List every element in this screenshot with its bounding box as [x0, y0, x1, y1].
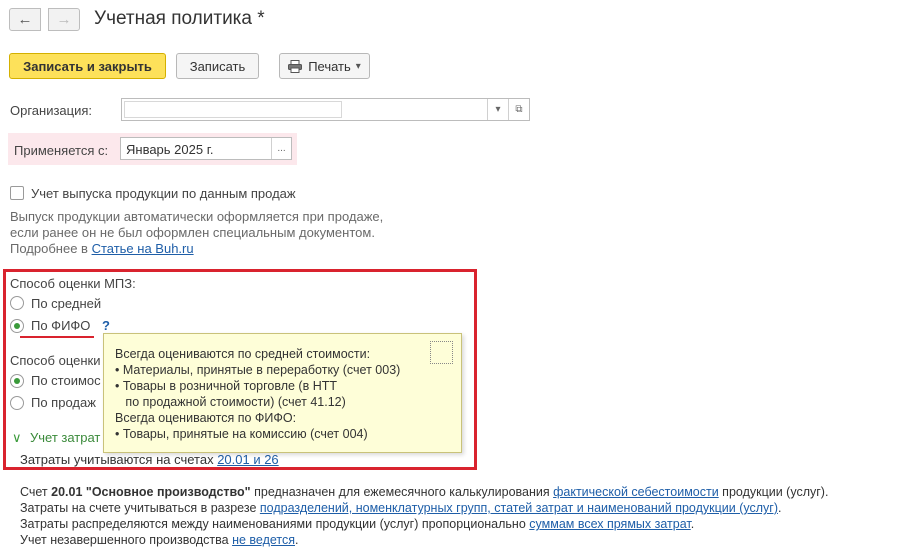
applies-from-value: Январь 2025 г.: [126, 142, 214, 157]
dropdown-button[interactable]: ▾: [487, 99, 508, 120]
print-button[interactable]: Печать ▾: [279, 53, 370, 79]
radio-by-sales-label: По продаж: [31, 395, 96, 410]
save-and-close-button[interactable]: Записать и закрыть: [9, 53, 166, 79]
output-by-sales-checkbox[interactable]: [10, 186, 24, 200]
fifo-underline: [20, 336, 94, 338]
forward-button[interactable]: →: [48, 8, 80, 31]
footer-text: Счет: [20, 485, 52, 499]
tooltip-line: Всегда оцениваются по ФИФО:: [115, 411, 297, 425]
fifo-help-tooltip: Всегда оцениваются по средней стоимости:…: [103, 333, 462, 453]
buh-article-link[interactable]: Статье на Buh.ru: [92, 241, 194, 256]
output-hint-line-1: Выпуск продукции автоматически оформляет…: [10, 209, 384, 224]
radio-fifo-label: По ФИФО: [31, 318, 91, 333]
costs-accounts-prefix: Затраты учитываются на счетах: [20, 452, 218, 467]
footer-text: .: [690, 517, 695, 531]
footer-line-2: Затраты на счете учитываться в разрезе п…: [20, 501, 781, 515]
output-hint-line-2: если ранее он не был оформлен специальны…: [10, 225, 375, 240]
costs-accounts-text: Затраты учитываются на счетах 20.01 и 26: [20, 452, 279, 467]
second-method-header: Способ оценки: [10, 353, 101, 368]
radio-by-sales[interactable]: [10, 396, 24, 410]
save-button[interactable]: Записать: [176, 53, 259, 79]
tooltip-line: Всегда оцениваются по средней стоимости:: [115, 347, 371, 361]
tooltip-line: • Товары, принятые на комиссию (счет 004…: [115, 427, 368, 441]
footer-line-4: Учет незавершенного производства не веде…: [20, 533, 299, 547]
printer-icon: [288, 59, 303, 73]
radio-fifo[interactable]: [10, 319, 24, 333]
footer-line-3: Затраты распределяются между наименовани…: [20, 517, 694, 531]
open-link-icon: ⧉: [515, 104, 523, 115]
costs-accounting-toggle[interactable]: Учет затрат: [30, 430, 100, 445]
organization-label: Организация:: [10, 103, 93, 118]
footer-text: Затраты на счете учитываться в разрезе: [20, 501, 260, 515]
footer-text: .: [295, 533, 299, 547]
chevron-down-icon[interactable]: ∨: [12, 430, 22, 446]
account-number: 20.01: [51, 485, 83, 499]
radio-average-label: По средней: [31, 296, 102, 311]
tooltip-close-area[interactable]: [430, 341, 453, 364]
ellipsis-icon: ...: [277, 143, 286, 154]
output-by-sales-label: Учет выпуска продукции по данным продаж: [31, 186, 296, 201]
radio-by-cost-label: По стоимос: [31, 373, 101, 388]
footer-text: .: [778, 501, 782, 515]
chevron-down-icon: ▾: [495, 104, 501, 115]
wip-link[interactable]: не ведется: [232, 533, 295, 547]
actual-cost-link[interactable]: фактической себестоимости: [553, 485, 719, 499]
page-title: Учетная политика *: [94, 8, 265, 29]
footer-text: продукции (услуг).: [718, 485, 829, 499]
print-label: Печать: [308, 58, 351, 74]
tooltip-line: • Материалы, принятые в переработку (сче…: [115, 363, 401, 377]
arrow-right-icon: →: [56, 11, 72, 28]
chevron-down-icon: ▾: [355, 60, 361, 72]
mpz-method-header: Способ оценки МПЗ:: [10, 276, 136, 291]
open-button[interactable]: ⧉: [508, 99, 529, 120]
direct-costs-link[interactable]: суммам всех прямых затрат: [529, 517, 690, 531]
account-name: "Основное производство": [82, 485, 251, 499]
accounts-link[interactable]: 20.01 и 26: [217, 452, 278, 467]
organization-value: [124, 101, 342, 118]
tooltip-line: • Товары в розничной торговле (в НТТ: [115, 379, 338, 393]
footer-text: предназначен для ежемесячного калькулиро…: [250, 485, 554, 499]
tooltip-line: по продажной стоимости) (счет 41.12): [115, 395, 346, 409]
organization-field[interactable]: ▾ ⧉: [121, 98, 530, 121]
analytics-link[interactable]: подразделений, номенклатурных групп, ста…: [260, 501, 778, 515]
radio-average[interactable]: [10, 296, 24, 310]
footer-line-1: Счет 20.01 "Основное производство" предн…: [20, 485, 828, 499]
applies-from-label: Применяется с:: [14, 143, 109, 158]
applies-from-field[interactable]: Январь 2025 г. ...: [120, 137, 292, 160]
more-info: Подробнее в Статье на Buh.ru: [10, 241, 194, 257]
footer-text: Затраты распределяются между наименовани…: [20, 517, 530, 531]
arrow-left-icon: ←: [17, 11, 33, 28]
help-icon[interactable]: ?: [102, 318, 110, 333]
more-info-prefix: Подробнее в: [10, 241, 92, 256]
choose-period-button[interactable]: ...: [271, 138, 291, 159]
footer-text: Учет незавершенного производства: [20, 533, 233, 547]
back-button[interactable]: ←: [9, 8, 41, 31]
radio-by-cost[interactable]: [10, 374, 24, 388]
